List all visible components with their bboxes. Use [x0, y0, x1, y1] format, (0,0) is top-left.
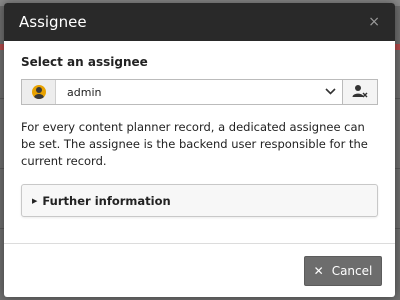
further-information-panel[interactable]: ▶ Further information	[21, 184, 378, 217]
further-information-title: Further information	[42, 193, 171, 208]
modal-header: Assignee ×	[4, 3, 395, 41]
user-avatar-icon	[31, 85, 46, 99]
modal-footer: ✕ Cancel	[4, 243, 395, 297]
caret-right-icon: ▶	[32, 196, 38, 205]
assignee-description: For every content planner record, a dedi…	[21, 120, 368, 168]
avatar-cell	[22, 80, 56, 104]
assignee-modal: Assignee × Select an assignee admin For …	[4, 3, 395, 297]
close-icon[interactable]: ×	[368, 14, 380, 30]
assignee-section-label: Select an assignee	[21, 55, 148, 69]
chevron-down-icon	[318, 87, 342, 98]
assignee-select-value: admin	[67, 85, 102, 99]
assignee-select-row: admin	[21, 79, 378, 105]
modal-body: Select an assignee admin For every conte…	[4, 41, 395, 217]
user-remove-icon	[352, 83, 368, 102]
close-icon: ✕	[313, 263, 324, 278]
assignee-select[interactable]: admin	[21, 79, 343, 105]
remove-assignee-button[interactable]	[343, 79, 378, 105]
cancel-label: Cancel	[331, 263, 373, 278]
modal-title: Assignee	[19, 13, 87, 31]
cancel-button[interactable]: ✕ Cancel	[304, 255, 382, 286]
